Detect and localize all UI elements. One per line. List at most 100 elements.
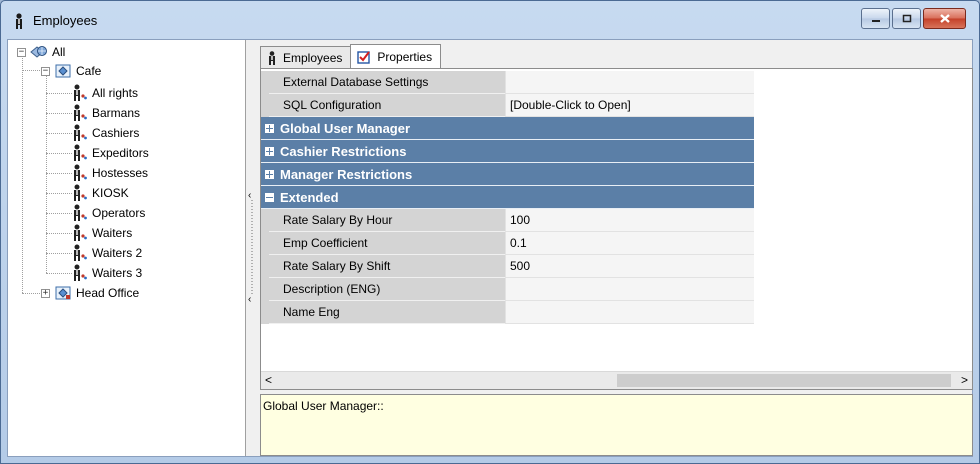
tree-connector <box>46 93 72 94</box>
property-name: Name Eng <box>269 301 505 324</box>
property-row[interactable]: Rate Salary By Hour 100 <box>261 209 754 232</box>
tree-node-label: Operators <box>92 206 146 220</box>
globe-folder-icon <box>30 44 48 60</box>
tab-label: Properties <box>377 49 433 64</box>
category-cashier-restrictions[interactable]: Cashier Restrictions <box>261 140 754 163</box>
tree-node-role[interactable]: Hostesses <box>70 164 148 182</box>
tree-node-label: Barmans <box>92 106 141 120</box>
employee-group-icon <box>70 204 88 222</box>
category-global-user-manager[interactable]: Global User Manager <box>261 117 754 140</box>
tree-connector <box>46 233 72 234</box>
property-row[interactable]: Rate Salary By Shift 500 <box>261 255 754 278</box>
employee-tree[interactable]: − All − Cafe All rights Barmans Cashiers… <box>8 40 246 456</box>
property-value[interactable] <box>505 278 754 301</box>
properties-icon <box>357 50 371 64</box>
property-name: Emp Coefficient <box>269 232 505 255</box>
expand-icon[interactable] <box>265 169 274 179</box>
tree-node-role[interactable]: Cashiers <box>70 124 139 142</box>
splitter-grip <box>251 200 253 296</box>
group-icon <box>54 63 72 79</box>
expand-icon[interactable]: + <box>41 288 50 298</box>
collapse-left-icon[interactable]: ‹ <box>248 294 251 305</box>
tree-node-role[interactable]: KIOSK <box>70 184 129 202</box>
employee-group-icon <box>70 184 88 202</box>
expand-icon[interactable] <box>265 123 274 133</box>
category-label: Extended <box>280 189 339 205</box>
category-label: Manager Restrictions <box>280 166 413 182</box>
row-gutter <box>261 255 269 278</box>
minimize-icon <box>862 9 889 28</box>
tree-node-label: Cashiers <box>92 126 140 140</box>
tree-connector <box>46 133 72 134</box>
tree-node-role[interactable]: Expeditors <box>70 144 149 162</box>
tab-label: Employees <box>283 50 343 65</box>
property-value[interactable]: 0.1 <box>505 232 754 255</box>
person-icon <box>267 50 277 65</box>
row-gutter <box>261 232 269 255</box>
scroll-left-icon[interactable]: < <box>265 373 272 387</box>
horizontal-scrollbar[interactable]: < > <box>261 371 972 389</box>
tab-strip: Employees Properties <box>260 44 442 68</box>
tree-node-head-office[interactable]: + Head Office <box>41 284 139 302</box>
row-gutter <box>261 301 269 324</box>
category-extended[interactable]: Extended <box>261 186 754 209</box>
title-bar[interactable]: Employees <box>1 1 979 39</box>
property-row[interactable]: Name Eng <box>261 301 754 324</box>
tree-connector <box>46 113 72 114</box>
property-name: External Database Settings <box>269 71 505 94</box>
tab-properties[interactable]: Properties <box>350 44 442 68</box>
property-name: Rate Salary By Shift <box>269 255 505 278</box>
tree-node-label: Waiters 3 <box>92 266 143 280</box>
expand-icon[interactable] <box>265 146 274 156</box>
group-icon <box>54 285 72 301</box>
scroll-right-icon[interactable]: > <box>961 373 968 387</box>
property-value[interactable] <box>505 301 754 324</box>
tree-node-role[interactable]: All rights <box>70 84 138 102</box>
collapse-icon[interactable] <box>265 192 274 202</box>
tree-connector <box>46 273 72 274</box>
property-row[interactable]: External Database Settings <box>261 71 754 94</box>
tree-node-role[interactable]: Waiters 3 <box>70 264 142 282</box>
tree-node-label: Expeditors <box>92 146 149 160</box>
employee-group-icon <box>70 264 88 282</box>
employee-group-icon <box>70 124 88 142</box>
tree-node-label: Hostesses <box>92 166 149 180</box>
close-button[interactable] <box>923 8 966 29</box>
person-icon <box>13 13 25 32</box>
scroll-thumb[interactable] <box>617 374 951 387</box>
description-text: Global User Manager:: <box>263 399 384 413</box>
property-row[interactable]: Emp Coefficient 0.1 <box>261 232 754 255</box>
panel-splitter[interactable]: ‹ ‹ <box>246 40 258 456</box>
tab-employees[interactable]: Employees <box>260 46 352 68</box>
tree-node-cafe[interactable]: − Cafe <box>41 62 101 80</box>
property-name: Rate Salary By Hour <box>269 209 505 232</box>
property-grid[interactable]: External Database Settings SQL Configura… <box>260 68 973 390</box>
close-icon <box>924 9 965 28</box>
property-row[interactable]: Description (ENG) <box>261 278 754 301</box>
tree-connector <box>22 53 23 293</box>
tree-connector <box>46 213 72 214</box>
maximize-button[interactable] <box>892 8 921 29</box>
tree-node-role[interactable]: Barmans <box>70 104 140 122</box>
tree-node-label: Waiters <box>92 226 133 240</box>
tree-connector <box>22 293 40 294</box>
row-gutter <box>261 71 269 94</box>
tree-node-label: Waiters 2 <box>92 246 143 260</box>
property-value[interactable]: 100 <box>505 209 754 232</box>
tree-node-label: KIOSK <box>92 186 129 200</box>
minimize-button[interactable] <box>861 8 890 29</box>
property-value[interactable] <box>505 71 754 94</box>
tree-node-role[interactable]: Waiters <box>70 224 132 242</box>
tree-node-role[interactable]: Waiters 2 <box>70 244 142 262</box>
property-value[interactable]: 500 <box>505 255 754 278</box>
property-name: Description (ENG) <box>269 278 505 301</box>
collapse-icon[interactable]: − <box>17 47 26 57</box>
tree-node-all[interactable]: − All <box>17 43 65 61</box>
property-row[interactable]: SQL Configuration [Double-Click to Open] <box>261 94 754 117</box>
employee-group-icon <box>70 84 88 102</box>
tree-node-role[interactable]: Operators <box>70 204 145 222</box>
category-manager-restrictions[interactable]: Manager Restrictions <box>261 163 754 186</box>
property-value[interactable]: [Double-Click to Open] <box>505 94 754 117</box>
client-area: − All − Cafe All rights Barmans Cashiers… <box>7 39 973 457</box>
collapse-icon[interactable]: − <box>41 66 50 76</box>
